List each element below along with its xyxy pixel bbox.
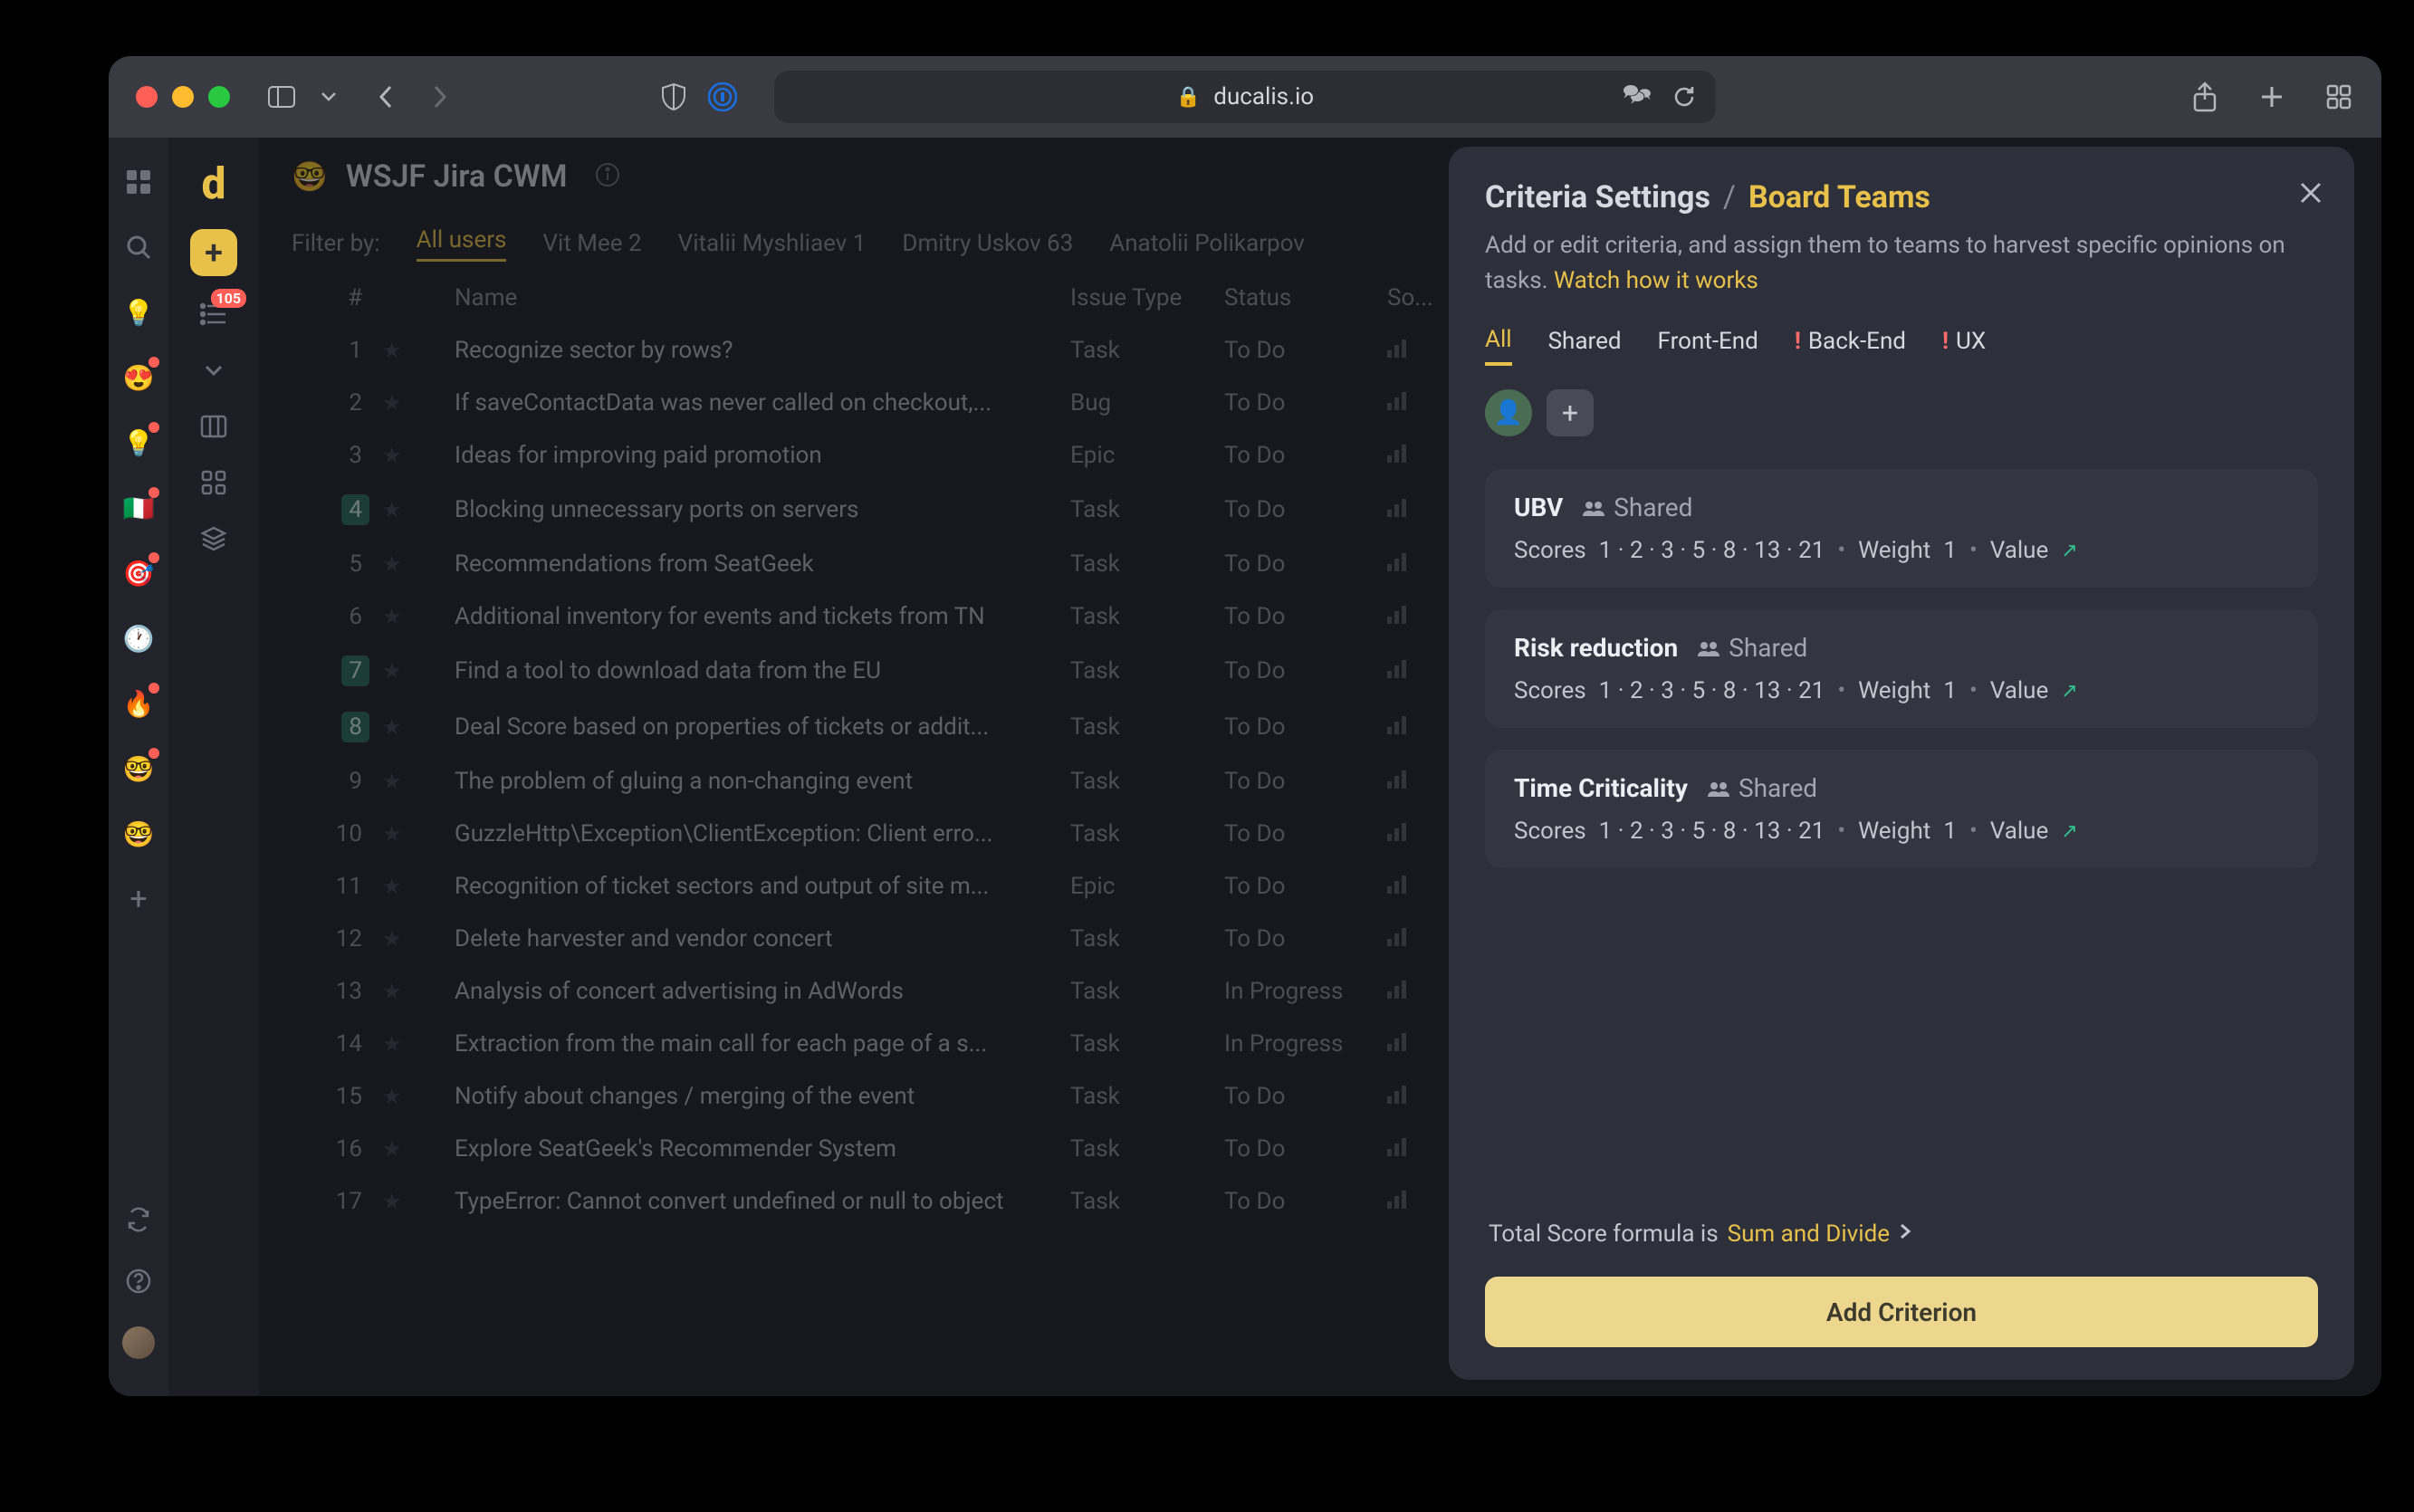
value-label: Value: [1990, 677, 2049, 704]
scores-label: Scores: [1514, 818, 1586, 845]
panel-title: Criteria Settings: [1485, 179, 1710, 215]
forward-button[interactable]: [424, 81, 455, 112]
chevron-down-icon[interactable]: [313, 81, 344, 112]
share-icon[interactable]: [2189, 81, 2220, 112]
shared-badge: Shared: [1583, 493, 1692, 522]
tab-all[interactable]: All: [1485, 326, 1512, 366]
list-icon[interactable]: 105: [196, 296, 232, 332]
new-tab-icon[interactable]: [2256, 81, 2287, 112]
criteria-name: Time Criticality: [1514, 773, 1688, 803]
shield-icon[interactable]: [658, 81, 689, 112]
sidebar-toggle-icon[interactable]: [266, 81, 297, 112]
clock-icon[interactable]: 🕐: [121, 621, 156, 656]
chevron-down-icon[interactable]: [196, 352, 232, 388]
board-rail: d + 105: [168, 138, 259, 1396]
formula-row[interactable]: Total Score formula is Sum and Divide: [1485, 1204, 2318, 1264]
scores-label: Scores: [1514, 537, 1586, 564]
criteria-card[interactable]: Risk reduction Shared Scores 1 · 2 · 3 · 5…: [1485, 609, 2318, 728]
chevron-right-icon: [1899, 1222, 1911, 1246]
fire-icon[interactable]: 🔥: [121, 686, 156, 721]
formula-link[interactable]: Sum and Divide: [1728, 1220, 1890, 1248]
face-icon[interactable]: 🤓: [121, 817, 156, 851]
value-label: Value: [1990, 537, 2049, 564]
add-member-button[interactable]: +: [1547, 389, 1594, 436]
new-board-button[interactable]: +: [190, 229, 237, 276]
tab-ux[interactable]: !UX: [1942, 326, 1986, 366]
minimize-window-button[interactable]: [172, 86, 194, 108]
weight-label: Weight: [1858, 677, 1930, 704]
translate-icon[interactable]: 🗫: [1622, 81, 1652, 112]
arrow-up-right-icon: ↗: [2061, 680, 2077, 703]
warning-icon: !: [1795, 328, 1801, 355]
glasses-face-icon[interactable]: 🤓: [121, 751, 156, 786]
shared-badge: Shared: [1698, 633, 1807, 663]
close-window-button[interactable]: [136, 86, 158, 108]
bulb-icon[interactable]: 💡: [121, 295, 156, 330]
criteria-settings-panel: Criteria Settings / Board Teams Add or e…: [1449, 147, 2354, 1380]
address-bar[interactable]: 🔒 ducalis.io 🗫: [774, 71, 1716, 123]
badge-count: 105: [211, 289, 246, 308]
criteria-name: Risk reduction: [1514, 633, 1678, 663]
user-avatar[interactable]: [121, 1325, 156, 1360]
weight-label: Weight: [1858, 537, 1930, 564]
tab-shared[interactable]: Shared: [1548, 326, 1622, 366]
weight-value: 1: [1943, 677, 1957, 704]
app-logo[interactable]: d: [202, 158, 226, 209]
tab-back-end[interactable]: !Back-End: [1795, 326, 1906, 366]
criteria-card[interactable]: Time Criticality Shared Scores 1 · 2 · 3 ·…: [1485, 750, 2318, 868]
back-button[interactable]: [371, 81, 402, 112]
add-icon[interactable]: +: [121, 882, 156, 916]
url-domain: ducalis.io: [1213, 83, 1314, 110]
warning-icon: !: [1942, 328, 1949, 355]
bulb2-icon[interactable]: 💡: [121, 426, 156, 460]
add-criterion-button[interactable]: Add Criterion: [1485, 1277, 2318, 1347]
titlebar: 🔒 ducalis.io 🗫: [109, 56, 2381, 138]
sync-icon[interactable]: [121, 1202, 156, 1237]
browser-window: 🔒 ducalis.io 🗫: [109, 56, 2381, 1396]
scores-values: 1 · 2 · 3 · 5 · 8 · 13 · 21: [1599, 818, 1825, 845]
far-left-rail: 💡 😍 💡 🇮🇹 🎯 🕐 🔥 🤓 🤓 +: [109, 138, 168, 1396]
flag-icon[interactable]: 🇮🇹: [121, 491, 156, 525]
scores-values: 1 · 2 · 3 · 5 · 8 · 13 · 21: [1599, 537, 1825, 564]
apps-icon[interactable]: [196, 464, 232, 501]
watch-how-link[interactable]: Watch how it works: [1554, 267, 1758, 294]
search-icon[interactable]: [121, 230, 156, 264]
target-icon[interactable]: 🎯: [121, 556, 156, 590]
panel-subtitle: Board Teams: [1748, 179, 1930, 215]
maximize-window-button[interactable]: [208, 86, 230, 108]
panel-tabs: All Shared Front-End !Back-End !UX: [1485, 326, 2318, 366]
tab-front-end[interactable]: Front-End: [1658, 326, 1758, 366]
criteria-name: UBV: [1514, 493, 1563, 522]
weight-label: Weight: [1858, 818, 1930, 845]
layers-icon[interactable]: [196, 521, 232, 557]
arrow-up-right-icon: ↗: [2061, 820, 2077, 843]
criteria-card[interactable]: UBV Shared Scores 1 · 2 · 3 · 5 · 8 · 13 ·…: [1485, 469, 2318, 588]
panel-description: Add or edit criteria, and assign them to…: [1485, 228, 2318, 299]
scores-values: 1 · 2 · 3 · 5 · 8 · 13 · 21: [1599, 677, 1825, 704]
heart-eyes-icon[interactable]: 😍: [121, 360, 156, 395]
columns-icon[interactable]: [196, 408, 232, 445]
onepassword-icon[interactable]: [707, 81, 738, 112]
value-label: Value: [1990, 818, 2049, 845]
scores-label: Scores: [1514, 677, 1586, 704]
reload-icon[interactable]: [1669, 81, 1700, 112]
help-icon[interactable]: [121, 1264, 156, 1298]
close-icon[interactable]: [2298, 177, 2323, 214]
tabs-grid-icon[interactable]: [2323, 81, 2354, 112]
lock-icon: 🔒: [1176, 86, 1201, 109]
window-controls: [136, 86, 230, 108]
grid-icon[interactable]: [121, 165, 156, 199]
member-avatar[interactable]: 👤: [1485, 389, 1532, 436]
criteria-card[interactable]: [1485, 890, 2318, 935]
weight-value: 1: [1943, 818, 1957, 845]
shared-badge: Shared: [1708, 773, 1817, 803]
breadcrumb-separator: /: [1723, 179, 1736, 215]
weight-value: 1: [1943, 537, 1957, 564]
arrow-up-right-icon: ↗: [2061, 540, 2077, 562]
